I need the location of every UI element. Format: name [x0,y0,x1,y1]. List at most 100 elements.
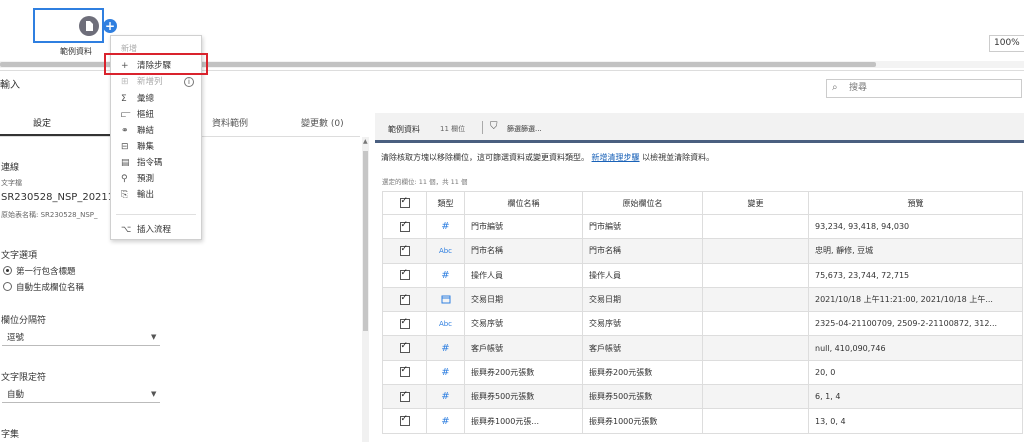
header-type: 類型 [426,191,465,215]
output-icon: ⎘ [121,190,129,200]
tab-settings[interactable]: 設定 [33,116,51,129]
number-type-icon[interactable]: # [426,384,465,410]
number-type-icon[interactable]: # [426,408,465,434]
table-row[interactable]: #客戶帳號客戶帳號null, 410,090,746 [382,335,1023,361]
field-checkbox[interactable] [382,408,427,434]
scroll-up-arrow-icon[interactable]: ▲ [363,138,368,145]
tab-data-sample[interactable]: 資料範例 [212,116,248,129]
field-checkbox[interactable] [382,311,427,337]
search-input[interactable]: 搜尋 [826,79,1022,98]
chevron-down-icon[interactable]: ▼ [151,390,156,398]
settings-scrollbar-thumb[interactable] [363,151,368,331]
menu-item-script[interactable]: ▤ 指令碼 [121,156,163,168]
selected-field-count: 選定的欄位: 11 個，共 11 個 [382,178,468,186]
menu-item-pivot[interactable]: ⫍ 樞紐 [121,108,154,120]
number-type-icon[interactable]: # [426,359,465,386]
tab-changes[interactable]: 變更數 (0) [301,116,344,129]
table-row[interactable]: #門市編號門市編號93,234, 93,418, 94,030 [382,213,1023,240]
header-changes: 變更 [702,191,809,215]
table-row[interactable]: 交易日期交易日期 2021/10/18 上午11:21:00, 2021/10/1… [382,286,1023,313]
field-preview: 2325-04-21100709, 2509-2-21100872, 312..… [808,311,1023,337]
original-field-name: 振興券200元張數 [582,359,703,386]
table-row[interactable]: #振興券1000元張...振興券1000元張數 13, 0, 4 [382,408,1023,434]
original-field-name: 門市名稱 [582,238,703,264]
menu-item-label: 聯結 [137,126,155,136]
add-step-plus-icon[interactable]: + [103,19,117,33]
text-qualifier-select[interactable]: 自動 [7,388,24,400]
date-type-icon[interactable] [426,286,465,313]
radio-first-row-header[interactable] [3,266,12,275]
field-name[interactable]: 振興券1000元張... [464,408,583,434]
new-rows-icon: ⊞ [121,77,129,87]
union-icon: ⊟ [121,142,129,152]
text-qualifier-label: 文字限定符 [1,373,47,383]
table-row[interactable]: #操作人員操作人員75,673, 23,744, 72,715 [382,262,1023,288]
number-type-icon[interactable]: # [426,262,465,288]
menu-item-new-rows: ⊞ 新增列 [121,75,163,87]
field-separator-label: 欄位分隔符 [1,316,47,326]
table-row[interactable]: Abc交易序號交易序號2325-04-21100709, 2509-2-2110… [382,311,1023,337]
file-name: SR230528_NSP_202110 [1,192,121,203]
field-preview: null, 410,090,746 [808,335,1023,361]
menu-item-join[interactable]: ⚭ 聯結 [121,124,154,136]
field-checkbox[interactable] [382,359,427,386]
field-separator-select[interactable]: 逗號 [7,331,24,343]
menu-item-label: 聯集 [137,142,155,152]
document-icon [79,16,99,36]
field-preview: 13, 0, 4 [808,408,1023,434]
header-field-name: 欄位名稱 [464,191,583,215]
field-preview: 6, 1, 4 [808,384,1023,410]
table-row[interactable]: Abc門市名稱門市名稱忠明, 靜修, 豆城 [382,238,1023,264]
field-checkbox[interactable] [382,335,427,361]
original-field-name: 操作人員 [582,262,703,288]
field-changes [702,311,809,337]
field-name[interactable]: 操作人員 [464,262,583,288]
field-name[interactable]: 交易序號 [464,311,583,337]
menu-item-predict[interactable]: ⚲ 預測 [121,172,154,184]
zoom-level[interactable]: 100% [989,35,1024,52]
pivot-icon: ⫍ [121,110,131,120]
field-preview: 忠明, 靜修, 豆城 [808,238,1023,264]
field-preview: 20, 0 [808,359,1023,386]
table-row[interactable]: #振興券500元張數振興券500元張數6, 1, 4 [382,384,1023,410]
info-icon[interactable]: i [184,77,194,87]
field-name[interactable]: 門市名稱 [464,238,583,264]
field-changes [702,384,809,410]
number-type-icon[interactable]: # [426,335,465,361]
highlight-box [104,53,208,75]
original-field-name: 客戶帳號 [582,335,703,361]
table-row[interactable]: #振興券200元張數振興券200元張數20, 0 [382,359,1023,386]
menu-item-aggregate[interactable]: Σ 彙總 [121,92,154,104]
original-field-name: 交易日期 [582,286,703,313]
menu-item-output[interactable]: ⎘ 輸出 [121,188,154,200]
field-name[interactable]: 振興券200元張數 [464,359,583,386]
original-field-name: 門市編號 [582,213,703,240]
filter-button[interactable]: 篩選篩選... [507,124,542,134]
field-checkbox[interactable] [382,262,427,288]
menu-item-union[interactable]: ⊟ 聯集 [121,140,154,152]
chevron-down-icon[interactable]: ▼ [151,333,156,341]
dropdown-underline [2,402,160,403]
field-name[interactable]: 交易日期 [464,286,583,313]
field-count: 11 欄位 [440,125,466,133]
charset-label: 字集 [1,430,20,440]
field-name[interactable]: 門市編號 [464,213,583,240]
number-type-icon[interactable]: # [426,213,465,240]
field-name[interactable]: 振興券500元張數 [464,384,583,410]
select-all-checkbox[interactable] [382,191,427,215]
add-clean-step-link[interactable]: 新增清理步驟 [592,153,640,162]
string-type-icon[interactable]: Abc [426,238,465,264]
field-checkbox[interactable] [382,238,427,264]
join-icon: ⚭ [121,126,129,136]
field-checkbox[interactable] [382,213,427,240]
field-checkbox[interactable] [382,286,427,313]
menu-item-label: 樞紐 [137,110,155,120]
menu-item-label: 彙總 [137,94,155,104]
radio-auto-generate[interactable] [3,282,12,291]
dropdown-underline [2,345,160,346]
field-checkbox[interactable] [382,384,427,410]
field-name[interactable]: 客戶帳號 [464,335,583,361]
string-type-icon[interactable]: Abc [426,311,465,337]
menu-item-insert-flow[interactable]: ⌥ 插入流程 [121,223,171,235]
filter-icon[interactable]: ⛉ [490,121,498,132]
